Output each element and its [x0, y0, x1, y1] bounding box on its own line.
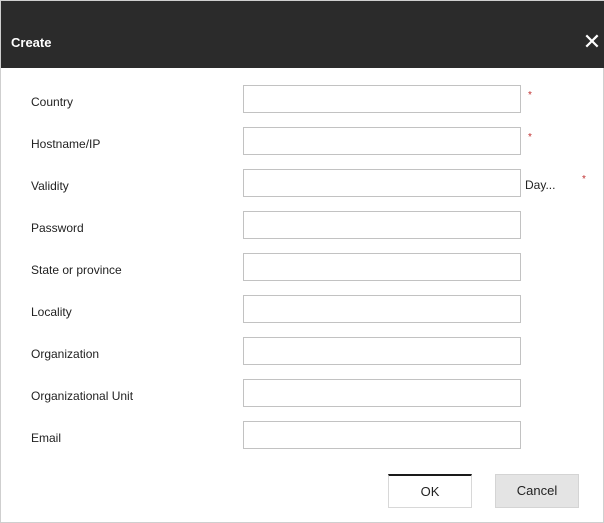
ok-button[interactable]: OK — [388, 474, 472, 508]
row-org-unit: Organizational Unit — [1, 379, 604, 409]
email-label: Email — [31, 431, 62, 445]
row-country: Country * — [1, 85, 604, 115]
required-marker: * — [528, 90, 532, 101]
required-marker: * — [582, 174, 586, 185]
create-dialog: Create ✕ Country * Hostname/IP * Validit… — [0, 0, 604, 523]
close-icon[interactable]: ✕ — [581, 30, 603, 54]
validity-label: Validity — [31, 179, 69, 193]
validity-field[interactable] — [243, 169, 521, 197]
state-label: State or province — [31, 263, 122, 277]
required-marker: * — [528, 132, 532, 143]
org-unit-field[interactable] — [243, 379, 521, 407]
password-field[interactable] — [243, 211, 521, 239]
cancel-button[interactable]: Cancel — [495, 474, 579, 508]
locality-field[interactable] — [243, 295, 521, 323]
hostname-field[interactable] — [243, 127, 521, 155]
row-validity: Validity Day... * — [1, 169, 604, 199]
password-label: Password — [31, 221, 84, 235]
dialog-titlebar: Create ✕ — [1, 1, 604, 68]
row-organization: Organization — [1, 337, 604, 367]
country-field[interactable] — [243, 85, 521, 113]
hostname-label: Hostname/IP — [31, 137, 101, 151]
state-field[interactable] — [243, 253, 521, 281]
org-unit-label: Organizational Unit — [31, 389, 134, 403]
email-field[interactable] — [243, 421, 521, 449]
row-state: State or province — [1, 253, 604, 283]
organization-field[interactable] — [243, 337, 521, 365]
row-email: Email — [1, 421, 604, 451]
organization-label: Organization — [31, 347, 100, 361]
country-label: Country — [31, 95, 74, 109]
row-password: Password — [1, 211, 604, 241]
dialog-title: Create — [11, 35, 52, 50]
row-locality: Locality — [1, 295, 604, 325]
row-hostname: Hostname/IP * — [1, 127, 604, 157]
locality-label: Locality — [31, 305, 72, 319]
validity-unit: Day... — [525, 178, 556, 192]
